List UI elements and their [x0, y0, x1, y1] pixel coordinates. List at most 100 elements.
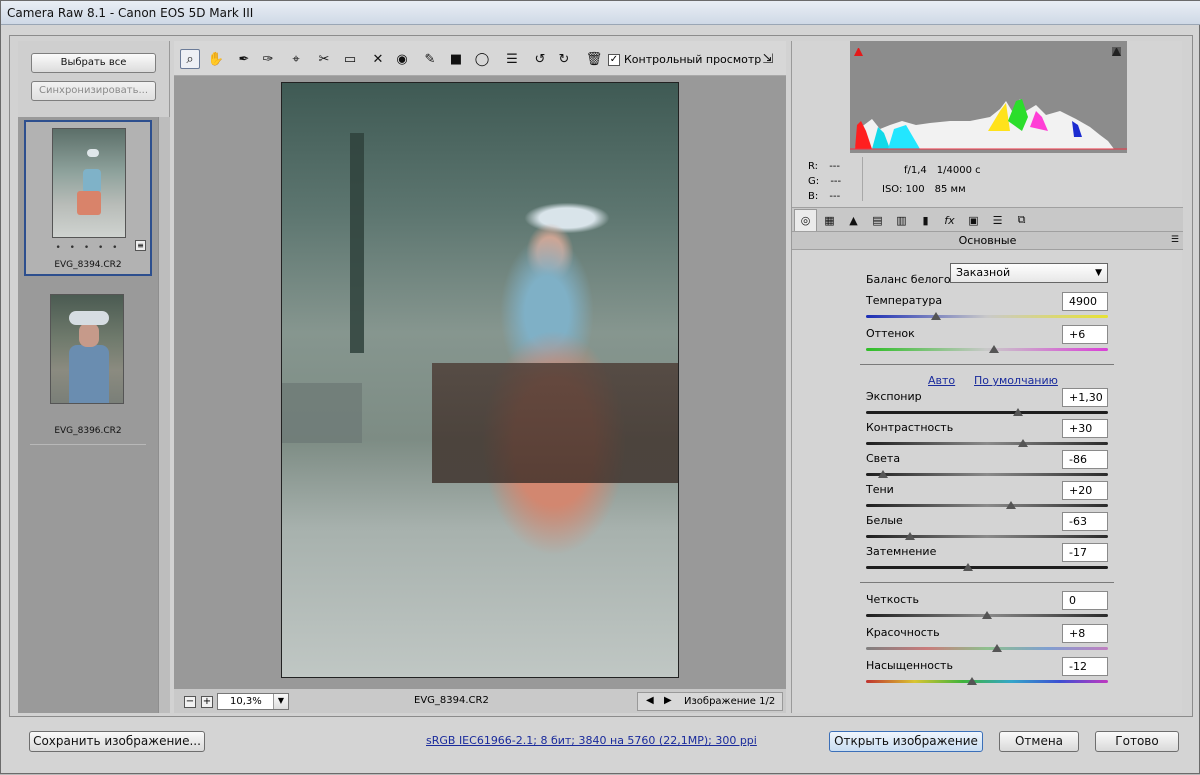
- select-all-button[interactable]: Выбрать все: [31, 53, 156, 73]
- workflow-options-link[interactable]: sRGB IEC61966-2.1; 8 бит; 3840 на 5760 (…: [426, 734, 757, 747]
- red-eye-icon[interactable]: ◉: [392, 49, 412, 69]
- exposure-slider[interactable]: Экспонир +1,30: [862, 388, 1112, 422]
- current-filename: EVG_8394.CR2: [414, 695, 489, 706]
- tab-tone-curve-icon[interactable]: ▦: [818, 209, 841, 231]
- slider-thumb[interactable]: [877, 470, 888, 478]
- synchronize-button[interactable]: Синхронизировать...: [31, 81, 156, 101]
- camera-info: f/1,4 1/4000 с ISO: 100 85 мм: [882, 161, 981, 199]
- shadows-slider[interactable]: Тени +20: [862, 481, 1112, 515]
- thumbnail-name: EVG_8394.CR2: [54, 260, 122, 270]
- canvas-footer: − + 10,3% ▼ EVG_8394.CR2 ◀ ▶ Изображение…: [174, 688, 786, 713]
- slider-thumb[interactable]: [904, 532, 915, 540]
- blacks-input[interactable]: -17: [1062, 543, 1108, 562]
- panel-menu-icon[interactable]: ☰: [1171, 232, 1179, 249]
- done-button[interactable]: Готово: [1095, 731, 1179, 752]
- rotate-left-icon[interactable]: ↺: [530, 49, 550, 69]
- contrast-slider[interactable]: Контрастность +30: [862, 419, 1112, 453]
- slider-thumb[interactable]: [991, 644, 1002, 652]
- tab-camera-calibration-icon[interactable]: ▣: [962, 209, 985, 231]
- crop-icon[interactable]: ✂: [314, 49, 334, 69]
- exposure-input[interactable]: +1,30: [1062, 388, 1108, 407]
- slider-thumb[interactable]: [982, 611, 992, 619]
- highlights-input[interactable]: -86: [1062, 450, 1108, 469]
- tab-effects-icon[interactable]: fx: [938, 209, 961, 231]
- default-link[interactable]: По умолчанию: [974, 374, 1058, 387]
- preferences-icon[interactable]: ☰: [502, 49, 522, 69]
- tab-split-toning-icon[interactable]: ▥: [890, 209, 913, 231]
- next-image-icon[interactable]: ▶: [664, 695, 672, 706]
- auto-link[interactable]: Авто: [928, 374, 955, 387]
- vibrance-input[interactable]: +8: [1062, 624, 1108, 643]
- straighten-icon[interactable]: ▭: [340, 49, 360, 69]
- highlights-slider[interactable]: Света -86: [862, 450, 1112, 484]
- tint-slider[interactable]: Оттенок +6: [862, 325, 1112, 359]
- tab-snapshots-icon[interactable]: ⧉: [1010, 209, 1033, 231]
- tab-lens-icon[interactable]: ▮: [914, 209, 937, 231]
- slider-thumb[interactable]: [1018, 439, 1029, 447]
- preview-toggle[interactable]: ✓ Контрольный просмотр: [608, 53, 761, 66]
- preview-checkbox[interactable]: ✓: [608, 53, 620, 66]
- save-image-button[interactable]: Сохранить изображение...: [29, 731, 205, 752]
- filmstrip-item[interactable]: EVG_8396.CR2: [24, 289, 152, 445]
- image-counter: Изображение 1/2: [684, 696, 776, 707]
- temperature-slider[interactable]: Температура 4900: [862, 292, 1112, 326]
- rgb-readout: R: --- G: --- B: ---: [808, 161, 842, 202]
- open-image-button[interactable]: Открыть изображение: [829, 731, 983, 752]
- vibrance-slider[interactable]: Красочность +8: [862, 624, 1112, 658]
- filmstrip-panel: Выбрать все Синхронизировать... • • • • …: [18, 41, 170, 713]
- trash-icon[interactable]: 🗑: [584, 49, 604, 69]
- edit-badge-icon: ≡: [135, 240, 146, 251]
- white-balance-icon[interactable]: ✒: [234, 49, 254, 69]
- clarity-input[interactable]: 0: [1062, 591, 1108, 610]
- tab-hsl-icon[interactable]: ▤: [866, 209, 889, 231]
- slider-thumb[interactable]: [1006, 501, 1017, 509]
- tint-input[interactable]: +6: [1062, 325, 1108, 344]
- tab-basic-icon[interactable]: ◎: [794, 209, 817, 231]
- divider: [30, 444, 146, 445]
- rating-stars[interactable]: • • • • •: [26, 243, 150, 253]
- divider: [860, 582, 1114, 583]
- saturation-input[interactable]: -12: [1062, 657, 1108, 676]
- targeted-adjustment-icon[interactable]: ⌖: [286, 49, 306, 69]
- zoom-dropdown-icon[interactable]: ▼: [273, 694, 288, 709]
- filmstrip-scrollbar[interactable]: [158, 117, 170, 713]
- slider-thumb[interactable]: [1013, 408, 1024, 416]
- preview-image[interactable]: [281, 82, 679, 678]
- whites-input[interactable]: -63: [1062, 512, 1108, 531]
- zoom-out-button[interactable]: −: [184, 696, 196, 708]
- contrast-input[interactable]: +30: [1062, 419, 1108, 438]
- fullscreen-icon[interactable]: ⇲: [758, 49, 778, 69]
- prev-image-icon[interactable]: ◀: [646, 695, 654, 706]
- cancel-button[interactable]: Отмена: [999, 731, 1079, 752]
- filmstrip-item[interactable]: • • • • • ≡ EVG_8394.CR2: [24, 120, 152, 276]
- white-balance-select[interactable]: Заказной ▼: [950, 263, 1108, 283]
- adjustment-brush-icon[interactable]: ✎: [420, 49, 440, 69]
- slider-thumb[interactable]: [962, 563, 973, 571]
- rotate-right-icon[interactable]: ↻: [554, 49, 574, 69]
- whites-slider[interactable]: Белые -63: [862, 512, 1112, 546]
- filmstrip-list[interactable]: • • • • • ≡ EVG_8394.CR2 EVG_8396.CR2: [18, 117, 158, 713]
- clarity-slider[interactable]: Четкость 0: [862, 591, 1112, 625]
- zoom-in-button[interactable]: +: [201, 696, 213, 708]
- blacks-slider[interactable]: Затемнение -17: [862, 543, 1112, 577]
- slider-thumb[interactable]: [931, 312, 942, 320]
- slider-thumb[interactable]: [989, 345, 1000, 353]
- tab-presets-icon[interactable]: ☰: [986, 209, 1009, 231]
- slider-thumb[interactable]: [967, 677, 978, 685]
- highlight-clipping-icon[interactable]: [1112, 47, 1121, 56]
- shadow-clipping-icon[interactable]: [854, 47, 863, 56]
- saturation-slider[interactable]: Насыщенность -12: [862, 657, 1112, 691]
- hand-icon[interactable]: ✋: [206, 49, 226, 69]
- tab-detail-icon[interactable]: ▲: [842, 209, 865, 231]
- divider: [862, 157, 863, 201]
- bottom-bar: Сохранить изображение... sRGB IEC61966-2…: [1, 723, 1200, 775]
- image-canvas[interactable]: [174, 76, 786, 688]
- zoom-icon[interactable]: ⌕: [180, 49, 200, 69]
- focal-length: 85 мм: [934, 184, 966, 195]
- color-sampler-icon[interactable]: ✑: [258, 49, 278, 69]
- shadows-input[interactable]: +20: [1062, 481, 1108, 500]
- spot-removal-icon[interactable]: ✕: [368, 49, 388, 69]
- graduated-filter-icon[interactable]: ■: [446, 49, 466, 69]
- radial-filter-icon[interactable]: ◯: [472, 49, 492, 69]
- temperature-input[interactable]: 4900: [1062, 292, 1108, 311]
